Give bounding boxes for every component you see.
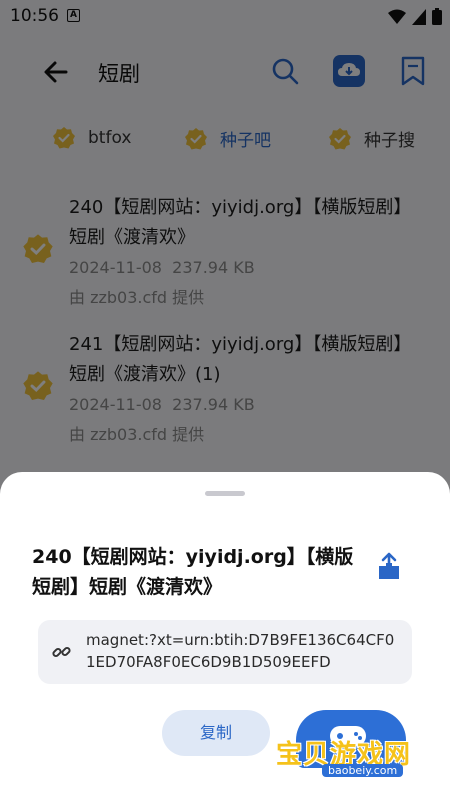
copy-button[interactable]: 复制	[162, 710, 270, 756]
link-icon	[52, 646, 71, 658]
watermark-url: baobeiy.com	[322, 764, 404, 777]
sheet-title: 240【短剧网站：yiyidj.org】【横版短剧】短剧《渡清欢》	[32, 546, 354, 598]
drag-handle[interactable]	[205, 491, 245, 496]
magnet-link-box[interactable]: magnet:?xt=urn:btih:D7B9FE136C64CF01ED70…	[38, 620, 412, 684]
watermark-logo: 宝贝游戏网 baobeiy.com	[268, 696, 428, 796]
magnet-link-text: magnet:?xt=urn:btih:D7B9FE136C64CF01ED70…	[86, 631, 395, 671]
share-icon[interactable]	[372, 550, 406, 584]
